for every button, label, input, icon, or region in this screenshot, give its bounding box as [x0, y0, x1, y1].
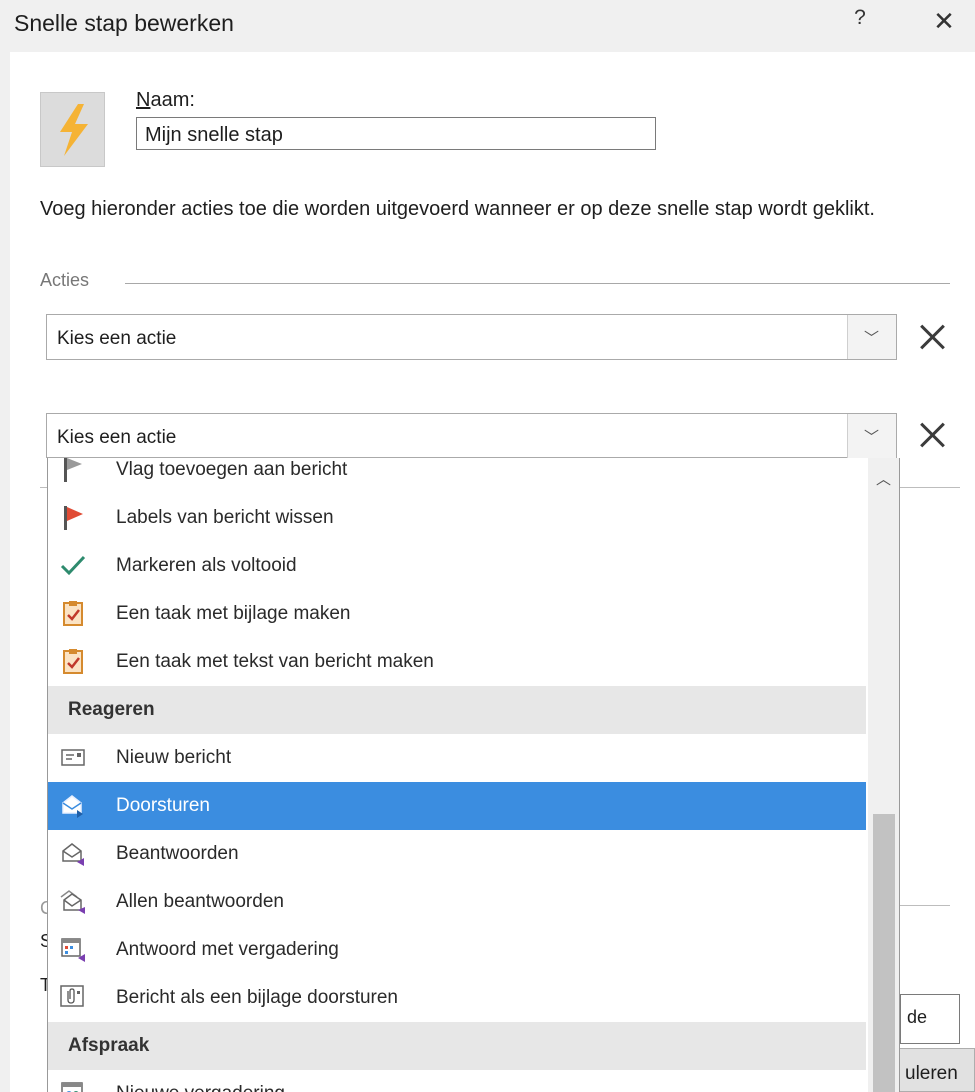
list-item-label: Beantwoorden: [116, 843, 239, 864]
list-item[interactable]: Antwoord met vergadering: [48, 926, 866, 974]
list-item-label: Doorsturen: [116, 795, 210, 816]
action-combo-1-dropdown-button[interactable]: ﹀: [847, 315, 896, 359]
list-item-label: Vlag toevoegen aan bericht: [116, 459, 348, 480]
forward-icon: [62, 795, 83, 818]
actions-section-label: Acties: [40, 270, 90, 290]
dialog-titlebar: Snelle stap bewerken ? ✕: [0, 0, 975, 52]
task-clipboard-icon: [63, 601, 83, 626]
group-header-label: Afspraak: [68, 1035, 150, 1056]
action-combo-1[interactable]: Kies een actie ﹀: [46, 314, 897, 360]
new-meeting-icon: [61, 1082, 83, 1092]
list-item-label: Een taak met bijlage maken: [116, 603, 351, 624]
scrollbar-thumb[interactable]: [873, 814, 895, 1092]
group-header-reageren: Reageren: [48, 686, 866, 734]
quick-step-icon-button[interactable]: [40, 92, 105, 167]
chevron-down-icon: ﹀: [864, 330, 880, 347]
dialog-title: Snelle stap bewerken: [14, 10, 234, 36]
chevron-up-icon[interactable]: ︿: [868, 468, 899, 498]
group-header-label: Reageren: [68, 699, 155, 720]
task-clipboard-icon: [63, 649, 83, 674]
section-divider: [125, 283, 950, 284]
cancel-button-label: uleren: [905, 1063, 958, 1084]
chevron-down-icon: ﹀: [864, 429, 880, 446]
list-item[interactable]: Markeren als voltooid: [48, 542, 866, 590]
list-item-label: Bericht als een bijlage doorsturen: [116, 987, 399, 1008]
remove-action-2-button[interactable]: [916, 418, 950, 452]
list-item[interactable]: Nieuw bericht: [48, 734, 866, 782]
list-item[interactable]: Vlag toevoegen aan bericht: [48, 458, 866, 494]
reply-icon: [62, 843, 84, 866]
name-label: Naam:: [136, 89, 195, 111]
instruction-text: Voeg hieronder acties toe die worden uit…: [40, 198, 875, 220]
dropdown-scrollbar[interactable]: ︿: [868, 458, 899, 1092]
group-header-afspraak: Afspraak: [48, 1022, 866, 1070]
list-item[interactable]: Bericht als een bijlage doorsturen: [48, 974, 866, 1022]
remove-action-1-button[interactable]: [916, 320, 950, 354]
forward-attachment-icon: [60, 985, 84, 1007]
name-input[interactable]: Mijn snelle stap: [136, 117, 656, 150]
new-message-icon: [61, 749, 85, 766]
flag-icon: [64, 458, 82, 482]
dropdown-items: Vlag toevoegen aan bericht Labels van be…: [48, 458, 866, 1092]
list-item-label: Nieuwe vergadering: [116, 1083, 285, 1092]
list-item[interactable]: Labels van bericht wissen: [48, 494, 866, 542]
action-combo-2-value: Kies een actie: [57, 427, 177, 448]
list-item-selected[interactable]: Doorsturen: [48, 782, 866, 830]
background-divider: [898, 905, 950, 906]
list-item-label: Markeren als voltooid: [116, 555, 297, 576]
reply-meeting-icon: [61, 938, 85, 962]
close-button[interactable]: ✕: [926, 6, 962, 40]
help-button[interactable]: ?: [848, 6, 872, 40]
list-item-label: Allen beantwoorden: [116, 891, 284, 912]
list-item-label: Antwoord met vergadering: [116, 939, 339, 960]
action-combo-1-value: Kies een actie: [57, 328, 177, 349]
list-item[interactable]: Een taak met tekst van bericht maken: [48, 638, 866, 686]
list-item[interactable]: Beantwoorden: [48, 830, 866, 878]
list-item[interactable]: Een taak met bijlage maken: [48, 590, 866, 638]
background-divider: [898, 487, 960, 488]
list-item-label: Nieuw bericht: [116, 747, 232, 768]
list-item[interactable]: Nieuwe vergadering: [48, 1070, 866, 1092]
red-flag-icon: [64, 506, 83, 530]
background-textbox[interactable]: de: [900, 994, 960, 1044]
list-item-label: Labels van bericht wissen: [116, 507, 334, 528]
reply-all-icon: [60, 890, 85, 914]
action-dropdown-list[interactable]: Vlag toevoegen aan bericht Labels van be…: [47, 458, 900, 1092]
checkmark-icon: [60, 555, 86, 576]
background-textbox-text: de: [907, 1007, 928, 1027]
list-item[interactable]: Allen beantwoorden: [48, 878, 866, 926]
action-combo-2-dropdown-button[interactable]: ﹀: [847, 414, 896, 458]
cancel-button[interactable]: uleren: [898, 1048, 975, 1092]
list-item-label: Een taak met tekst van bericht maken: [116, 651, 434, 672]
action-combo-2[interactable]: Kies een actie ﹀: [46, 413, 897, 458]
lightning-icon: [60, 104, 88, 156]
